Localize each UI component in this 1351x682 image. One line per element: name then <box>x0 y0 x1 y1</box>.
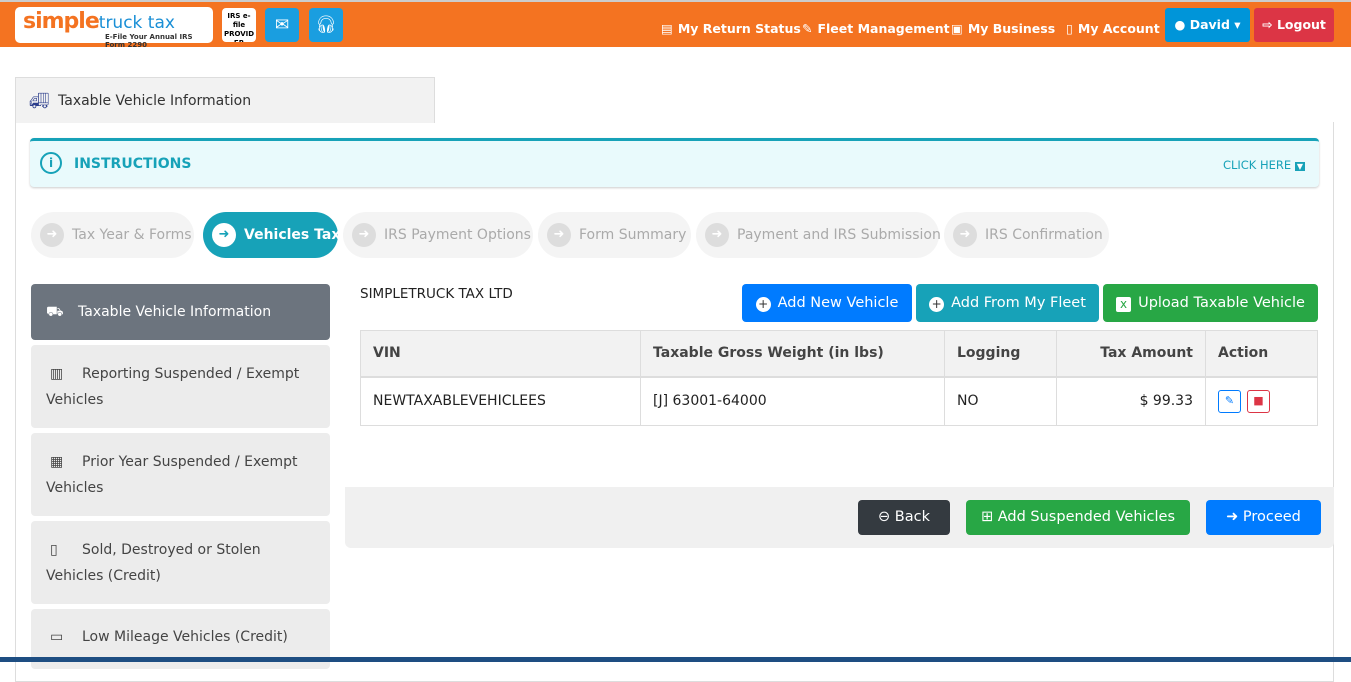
arrow-right-icon: ➜ <box>953 223 977 247</box>
edit-icon: ✎ <box>802 21 813 36</box>
plus-square-icon: ⊞ <box>980 509 994 525</box>
tab-taxable-vehicle-information[interactable]: 🚚︎ Taxable Vehicle Information <box>15 77 435 123</box>
calendar-icon: ▦ <box>50 454 64 470</box>
logo[interactable]: simpletruck tax E-File Your Annual IRS Fo… <box>15 7 213 49</box>
upload-taxable-vehicle-button[interactable]: x Upload Taxable Vehicle <box>1103 284 1318 322</box>
taskbar <box>0 657 1351 662</box>
instructions-toggle[interactable]: CLICK HERE ▼ <box>1223 158 1305 172</box>
instructions-box: i INSTRUCTIONS CLICK HERE ▼ <box>30 138 1319 187</box>
vehicles-table: VIN Taxable Gross Weight (in lbs) Loggin… <box>360 330 1318 426</box>
step-form-summary[interactable]: ➜ Form Summary <box>538 212 691 258</box>
battery-icon: ▭ <box>50 629 64 645</box>
arrow-right-icon: ➜ <box>40 223 64 247</box>
add-from-fleet-button[interactable]: + Add From My Fleet <box>916 284 1099 322</box>
add-suspended-vehicles-button[interactable]: ⊞ Add Suspended Vehicles <box>966 500 1190 535</box>
report-icon: ▥ <box>50 366 64 382</box>
step-vehicles-tax[interactable]: ➜ Vehicles Tax <box>203 212 340 258</box>
arrow-right-icon: ➜ <box>705 223 729 247</box>
nav-my-account[interactable]: ▯ My Account <box>1066 21 1160 36</box>
step-tax-year-forms[interactable]: ➜ Tax Year & Forms <box>31 212 194 258</box>
arrow-right-circle-icon: ➜ <box>1226 509 1239 525</box>
nav-my-business[interactable]: ▣ My Business <box>951 21 1055 36</box>
excel-icon: x <box>1116 297 1132 312</box>
company-name: SIMPLETRUCK TAX LTD <box>360 286 513 302</box>
sidebar-item-reporting-suspended[interactable]: ▥ Reporting Suspended / Exempt Vehicles <box>31 345 330 428</box>
proceed-button[interactable]: ➜ Proceed <box>1206 500 1321 535</box>
sidebar-item-taxable-vehicle-information[interactable]: ⛟ Taxable Vehicle Information <box>31 284 330 340</box>
plus-circle-icon: + <box>755 297 771 312</box>
file-blocked-icon: ▯ <box>50 542 58 558</box>
info-icon: i <box>40 152 62 174</box>
arrow-left-icon: ⊖ <box>878 509 891 525</box>
user-menu-button[interactable]: ● David ▾ <box>1165 8 1250 42</box>
back-button[interactable]: ⊖ Back <box>858 500 950 535</box>
table-row: NEWTAXABLEVEHICLEES [J] 63001-64000 NO $… <box>360 376 1318 426</box>
sidebar-item-prior-year-suspended[interactable]: ▦ Prior Year Suspended / Exempt Vehicles <box>31 433 330 516</box>
step-irs-confirmation[interactable]: ➜ IRS Confirmation <box>944 212 1109 258</box>
nav-my-return-status[interactable]: ▤ My Return Status <box>661 21 801 36</box>
truck-icon: 🚚︎ <box>29 91 50 110</box>
user-icon: ● <box>1174 17 1186 32</box>
irs-badge: IRS e-file PROVIDER <box>222 8 256 42</box>
document-icon: ▤ <box>661 21 673 36</box>
step-payment-irs-submission[interactable]: ➜ Payment and IRS Submission <box>696 212 941 258</box>
top-header: simpletruck tax E-File Your Annual IRS Fo… <box>0 0 1351 49</box>
step-irs-payment-options[interactable]: ➜ IRS Payment Options <box>343 212 533 258</box>
edit-icon[interactable]: ✎ <box>1218 389 1241 413</box>
add-new-vehicle-button[interactable]: + Add New Vehicle <box>742 284 912 322</box>
arrow-right-icon: ➜ <box>547 223 571 247</box>
mail-icon[interactable]: ✉ <box>265 8 299 42</box>
nav-fleet-management[interactable]: ✎ Fleet Management <box>802 21 950 36</box>
table-header: VIN Taxable Gross Weight (in lbs) Loggin… <box>360 330 1318 378</box>
delete-icon[interactable]: ■ <box>1247 389 1270 413</box>
user-file-icon: ▯ <box>1066 21 1073 36</box>
logout-icon: ⇨ <box>1262 17 1273 32</box>
headset-icon[interactable]: 🎧︎ <box>309 8 343 42</box>
plus-circle-icon: + <box>929 297 945 312</box>
sidebar-item-sold-destroyed-stolen[interactable]: ▯ Sold, Destroyed or Stolen Vehicles (Cre… <box>31 521 330 604</box>
caret-down-icon: ▼ <box>1294 162 1305 171</box>
logout-button[interactable]: ⇨ Logout <box>1254 8 1334 42</box>
arrow-right-icon: ➜ <box>352 223 376 247</box>
arrow-right-icon: ➜ <box>212 223 236 247</box>
truck-icon: ⛟ <box>46 304 64 320</box>
briefcase-icon: ▣ <box>951 21 963 36</box>
